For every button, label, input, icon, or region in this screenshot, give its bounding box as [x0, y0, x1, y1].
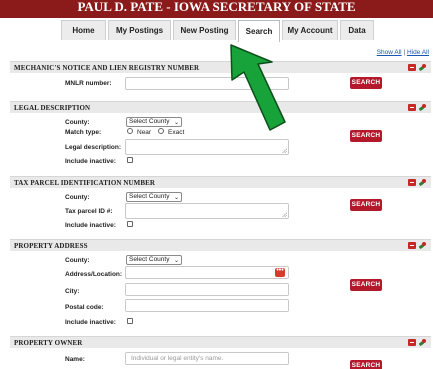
section-property-address: PROPERTY ADDRESS — [10, 239, 431, 251]
banner-title: PAUL D. PATE - IOWA SECRETARY OF STATE — [77, 0, 356, 14]
section-header: PROPERTY OWNER — [10, 336, 431, 348]
legal-search-button[interactable]: SEARCH — [350, 130, 382, 142]
pin-icon[interactable] — [418, 103, 427, 112]
match-exact-label: Exact — [168, 129, 185, 136]
owner-name-label: Name: — [65, 356, 85, 363]
mnlr-search-button[interactable]: SEARCH — [350, 77, 382, 89]
chevron-down-icon: ⌄ — [173, 258, 179, 264]
mnlr-number-input[interactable] — [125, 77, 289, 90]
address-include-inactive-checkbox[interactable] — [127, 318, 133, 324]
parcel-county-value: Select County — [129, 193, 170, 200]
section-header: TAX PARCEL IDENTIFICATION NUMBER — [10, 176, 431, 188]
hide-all-link[interactable]: Hide All — [407, 49, 429, 56]
tab-home[interactable]: Home — [61, 20, 106, 40]
match-near-radio[interactable] — [127, 128, 133, 134]
legal-include-inactive-checkbox[interactable] — [127, 157, 133, 163]
mnlr-number-label: MNLR number: — [65, 80, 112, 87]
legal-description-textarea[interactable] — [125, 139, 289, 155]
section-tax-parcel: TAX PARCEL IDENTIFICATION NUMBER — [10, 176, 431, 188]
show-hide-separator: | — [403, 49, 406, 56]
tab-data-label: Data — [348, 26, 366, 35]
parcel-include-inactive-checkbox[interactable] — [127, 221, 133, 227]
tab-data[interactable]: Data — [340, 20, 374, 40]
chevron-down-icon: ⌄ — [173, 195, 179, 201]
postal-code-label: Postal code: — [65, 304, 104, 311]
tab-my-account-label: My Account — [287, 26, 333, 35]
legal-description-label: Legal description: — [65, 144, 121, 151]
address-location-input[interactable]: ••• — [125, 266, 289, 279]
match-exact-radio[interactable] — [158, 128, 164, 134]
section-title: MECHANIC'S NOTICE AND LIEN REGISTRY NUMB… — [14, 63, 200, 72]
tab-my-postings-label: My Postings — [115, 26, 164, 35]
owner-name-input[interactable]: Individual or legal entity's name. — [125, 352, 289, 365]
show-all-link[interactable]: Show All — [377, 49, 402, 56]
main-nav-tabs: Home My Postings New Posting Search My A… — [61, 20, 374, 42]
legal-county-select[interactable]: Select County ⌄ — [126, 117, 182, 127]
collapse-icon[interactable] — [408, 64, 416, 71]
tab-home-label: Home — [72, 26, 95, 35]
tax-parcel-id-label: Tax parcel ID #: — [65, 208, 113, 215]
legal-county-value: Select County — [129, 118, 170, 125]
address-include-inactive-label: Include inactive: — [65, 319, 116, 326]
lookup-dots-icon[interactable]: ••• — [275, 267, 285, 277]
legal-county-label: County: — [65, 119, 90, 126]
pin-icon[interactable] — [418, 241, 427, 250]
address-location-label: Address/Location: — [65, 271, 123, 278]
city-input[interactable] — [125, 283, 289, 296]
tab-new-posting-label: New Posting — [180, 26, 229, 35]
section-property-owner: PROPERTY OWNER — [10, 336, 431, 348]
section-legal-description: LEGAL DESCRIPTION — [10, 101, 431, 113]
owner-name-placeholder: Individual or legal entity's name. — [131, 355, 224, 362]
section-mnlr: MECHANIC'S NOTICE AND LIEN REGISTRY NUMB… — [10, 61, 431, 73]
section-header: LEGAL DESCRIPTION — [10, 101, 431, 113]
pin-icon[interactable] — [418, 63, 427, 72]
collapse-icon[interactable] — [408, 104, 416, 111]
tab-my-account[interactable]: My Account — [282, 20, 338, 40]
chevron-down-icon: ⌄ — [173, 120, 179, 126]
tax-parcel-id-textarea[interactable] — [125, 203, 289, 219]
pin-icon[interactable] — [418, 178, 427, 187]
tab-new-posting[interactable]: New Posting — [173, 20, 236, 40]
owner-search-button[interactable]: SEARCH — [350, 360, 382, 369]
tab-search-label: Search — [245, 27, 273, 36]
parcel-county-label: County: — [65, 194, 90, 201]
match-type-label: Match type: — [65, 129, 102, 136]
section-title: PROPERTY ADDRESS — [14, 241, 88, 250]
legal-include-inactive-label: Include inactive: — [65, 158, 116, 165]
match-near-label: Near — [137, 129, 152, 136]
section-header: PROPERTY ADDRESS — [10, 239, 431, 251]
section-header: MECHANIC'S NOTICE AND LIEN REGISTRY NUMB… — [10, 61, 431, 73]
address-county-select[interactable]: Select County ⌄ — [126, 255, 182, 265]
address-search-button[interactable]: SEARCH — [350, 279, 382, 291]
tab-search[interactable]: Search — [238, 20, 280, 42]
section-title: TAX PARCEL IDENTIFICATION NUMBER — [14, 178, 156, 187]
collapse-icon[interactable] — [408, 179, 416, 186]
section-title: LEGAL DESCRIPTION — [14, 103, 91, 112]
parcel-search-button[interactable]: SEARCH — [350, 199, 382, 211]
address-county-value: Select County — [129, 256, 170, 263]
section-title: PROPERTY OWNER — [14, 338, 83, 347]
resize-grip-icon[interactable] — [282, 212, 287, 217]
show-hide-links: Show All | Hide All — [377, 49, 429, 56]
postal-code-input[interactable] — [125, 299, 289, 312]
site-banner: PAUL D. PATE - IOWA SECRETARY OF STATE — [0, 0, 433, 18]
tab-my-postings[interactable]: My Postings — [108, 20, 171, 40]
address-county-label: County: — [65, 257, 90, 264]
resize-grip-icon[interactable] — [282, 148, 287, 153]
collapse-icon[interactable] — [408, 339, 416, 346]
collapse-icon[interactable] — [408, 242, 416, 249]
city-label: City: — [65, 288, 80, 295]
parcel-include-inactive-label: Include inactive: — [65, 222, 116, 229]
parcel-county-select[interactable]: Select County ⌄ — [126, 192, 182, 202]
pin-icon[interactable] — [418, 338, 427, 347]
